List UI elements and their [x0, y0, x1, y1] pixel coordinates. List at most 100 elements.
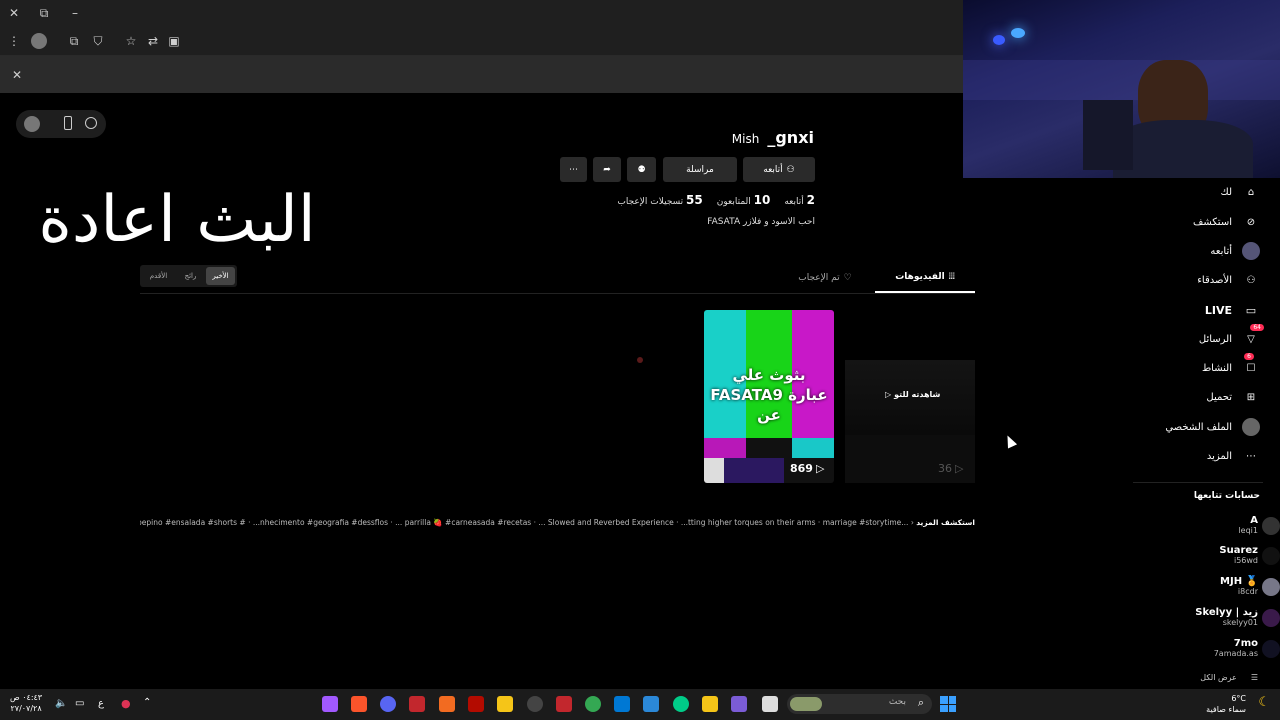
- taskbar-search[interactable]: بحث ⌕: [787, 694, 932, 714]
- sidebar-item-explore[interactable]: استكشف ⊘: [1193, 213, 1260, 231]
- stat-following[interactable]: 2 أتابعه: [784, 193, 815, 207]
- outlook-icon[interactable]: [614, 696, 630, 712]
- sidebar-item-upload[interactable]: تحميل ⊞: [1206, 388, 1260, 406]
- neon-cloud-icon: [1011, 28, 1025, 38]
- video-card-1[interactable]: بثوث علي FASATA9 عبارة عن 869 ▷: [704, 310, 834, 483]
- compass-icon: ⊘: [1246, 216, 1256, 228]
- chevron-left-icon[interactable]: ‹: [911, 518, 914, 527]
- menu-dots-icon[interactable]: ⋮: [6, 33, 22, 49]
- sidebar-item-messages[interactable]: الرسائل ▽ 64: [1199, 324, 1264, 348]
- language-indicator[interactable]: ع: [98, 698, 104, 709]
- adobe-icon[interactable]: [468, 696, 484, 712]
- sidebar-label: الملف الشخصي: [1165, 421, 1232, 433]
- brave-icon[interactable]: [351, 696, 367, 712]
- followed-account-handle: skelyy01: [1222, 618, 1258, 627]
- avatar: [1262, 609, 1280, 627]
- followed-account[interactable]: Skelyy | زيد skelyy01: [1195, 607, 1280, 627]
- translate-icon[interactable]: ⇄: [145, 33, 161, 49]
- neon-light-icon: [993, 35, 1005, 45]
- ellipsis-icon: ⋯: [569, 164, 578, 175]
- ticker-item[interactable]: ...tting higher torques on their arms: [681, 518, 816, 527]
- notification-close-button[interactable]: ✕: [9, 67, 25, 83]
- add-friend-button[interactable]: ⚉: [627, 157, 656, 182]
- obs-icon[interactable]: [527, 696, 543, 712]
- more-options-button[interactable]: ⋯: [560, 157, 587, 182]
- followed-account[interactable]: Suarez i56wd: [1219, 545, 1280, 565]
- file-explorer-icon[interactable]: [702, 696, 718, 712]
- store-icon[interactable]: [643, 696, 659, 712]
- sidebar-item-activity[interactable]: النشاط ☐ 6: [1202, 353, 1260, 377]
- tab-liked[interactable]: تم الإعجاب ♡: [785, 263, 865, 293]
- discord-icon[interactable]: [380, 696, 396, 712]
- app-icon[interactable]: [556, 696, 572, 712]
- screenshot-icon[interactable]: ▣: [166, 33, 182, 49]
- followed-account[interactable]: Aleqi1: [1238, 515, 1280, 535]
- ticker-item[interactable]: ... Slowed and Reverbed Experience: [538, 518, 673, 527]
- share-button[interactable]: ➦: [593, 157, 621, 182]
- followed-account-name: Skelyy | زيد: [1195, 607, 1258, 618]
- tab-videos[interactable]: الفيديوهات ⦙⦙⦙: [875, 263, 975, 293]
- sort-trending[interactable]: رائج: [176, 267, 205, 285]
- message-button[interactable]: مراسلة: [663, 157, 737, 182]
- clock-date: ٢٧/٠٧/٢٨: [10, 704, 42, 713]
- app-icon[interactable]: [322, 696, 338, 712]
- tab-videos-label: الفيديوهات: [895, 272, 945, 282]
- app-icon[interactable]: [497, 696, 513, 712]
- chrome-icon[interactable]: [585, 696, 601, 712]
- ticker-item[interactable]: ... parrilla 🍓 #carneasada #recetas: [395, 518, 531, 527]
- minimize-window-button[interactable]: –: [67, 5, 83, 21]
- app-icon[interactable]: [439, 696, 455, 712]
- chevron-up-icon[interactable]: ⌃: [143, 697, 151, 708]
- followed-account[interactable]: 7mo 7amada.as: [1214, 638, 1280, 658]
- app-icon[interactable]: [409, 696, 425, 712]
- close-window-button[interactable]: ✕: [6, 5, 22, 21]
- ticker-item[interactable]: marriage #storytime: [823, 518, 902, 527]
- watched-badge: ▷ شاهدته للتو: [885, 390, 940, 399]
- video-2-views-count: 36: [938, 462, 952, 475]
- activity-badge: 6: [1244, 353, 1254, 360]
- followed-account[interactable]: MJH 🏅 i8cdr: [1220, 576, 1280, 596]
- sort-oldest[interactable]: الأقدم: [144, 267, 173, 285]
- app-icon[interactable]: [731, 696, 747, 712]
- windows-start-icon[interactable]: [940, 696, 956, 712]
- edge-icon[interactable]: [673, 696, 689, 712]
- sidebar-item-live[interactable]: LIVE ▭: [1205, 301, 1260, 319]
- see-all-link[interactable]: عرض الكل ☰: [1200, 673, 1258, 682]
- extensions-icon[interactable]: ⧉: [66, 33, 82, 49]
- sidebar-label: لك: [1220, 186, 1232, 198]
- stat-followers[interactable]: 10 المتابعون: [717, 193, 771, 207]
- user-avatar-icon[interactable]: [24, 116, 40, 132]
- tabs-divider: [140, 293, 975, 294]
- microphone-arm: [1083, 100, 1133, 170]
- ticker-label[interactable]: استكشف المزيد: [916, 518, 975, 527]
- followed-account-name: MJH 🏅: [1220, 576, 1258, 587]
- restore-window-button[interactable]: ⧉: [36, 5, 52, 21]
- background-shelf: [963, 60, 1280, 100]
- sidebar-item-foryou[interactable]: لك ⌂: [1221, 183, 1260, 201]
- share-icon: ➦: [603, 164, 611, 175]
- sidebar-item-following[interactable]: أتابعه: [1210, 242, 1260, 260]
- phone-icon[interactable]: [64, 116, 72, 130]
- star-icon[interactable]: ☆: [123, 33, 139, 49]
- sort-latest[interactable]: الأخير: [206, 267, 235, 285]
- sidebar-item-profile[interactable]: الملف الشخصي: [1165, 418, 1260, 436]
- following-button[interactable]: أتابعه ⚇: [743, 157, 815, 182]
- compass-small-icon[interactable]: [85, 117, 97, 129]
- volume-icon[interactable]: 🔈: [55, 698, 67, 709]
- live-icon: ▭: [1245, 303, 1257, 317]
- activity-icon: ☐ 6: [1242, 353, 1260, 377]
- followed-account-handle: i8cdr: [1237, 587, 1258, 596]
- clock[interactable]: ٠٤:٤٣ ص ٢٧/٠٧/٢٨: [10, 692, 42, 714]
- shield-icon[interactable]: ⛉: [90, 33, 106, 49]
- microphone-icon[interactable]: ●: [121, 697, 131, 710]
- profile-avatar-icon[interactable]: [31, 33, 47, 49]
- weather-widget[interactable]: 6°C سماء صافية: [1206, 693, 1246, 715]
- sidebar-item-friends[interactable]: الأصدقاء ⚇: [1197, 271, 1260, 289]
- network-icon[interactable]: ▭: [75, 698, 84, 709]
- ticker-item[interactable]: ...nhecimento #geografia #dessflos: [253, 518, 388, 527]
- search-icon: ⌕: [917, 696, 924, 709]
- sidebar-item-more[interactable]: المزيد ⋯: [1207, 447, 1260, 465]
- app-icon[interactable]: [762, 696, 778, 712]
- profile-display-name: gnxi_: [767, 128, 814, 147]
- video-card-2[interactable]: ▷ شاهدته للتو 36 ▷: [845, 360, 975, 483]
